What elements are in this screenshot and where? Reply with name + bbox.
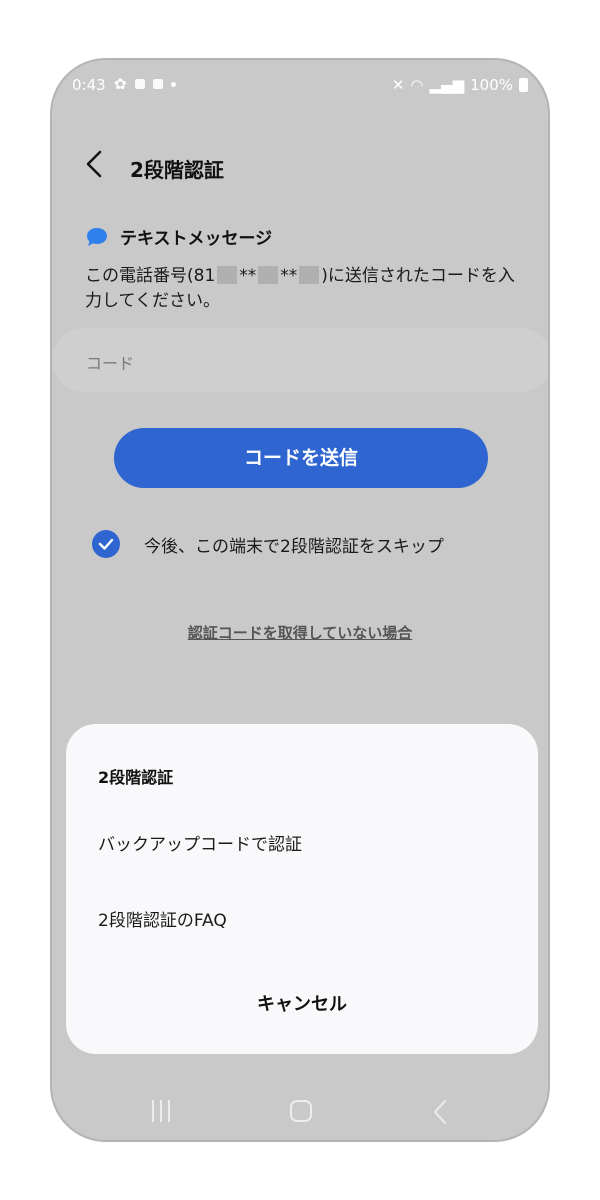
no-code-link[interactable]: 認証コードを取得していない場合 (52, 622, 548, 643)
status-right: ✕ ◠ ▂▄▆ 100% (392, 76, 528, 94)
method-row: テキストメッセージ (86, 224, 272, 249)
back-nav-icon[interactable] (432, 1098, 448, 1126)
faq-option[interactable]: 2段階認証のFAQ (98, 906, 227, 931)
header: 2段階認証 (52, 140, 548, 190)
masked-digits (217, 266, 238, 284)
checkmark-icon (98, 538, 114, 550)
battery-icon (519, 78, 528, 92)
page-title: 2段階認証 (130, 158, 224, 182)
wifi-icon: ◠ (410, 76, 424, 94)
gear-icon: ✿ (114, 75, 127, 93)
navigation-bar (52, 1084, 548, 1140)
more-notifications-icon (170, 81, 176, 87)
desc-part1: この電話番号(81 (85, 266, 216, 286)
battery-level: 100% (470, 76, 513, 94)
phone-screen: 0:43 ✿ ✕ ◠ ▂▄▆ 100% 2段階認証 テキストメッセージ この電話… (50, 58, 550, 1142)
masked-digits (258, 266, 279, 284)
notification-icons: ✿ (114, 75, 176, 93)
checkbox-checked-icon[interactable] (92, 530, 120, 558)
skip-label: 今後、この端末で2段階認証をスキップ (144, 536, 444, 557)
mute-icon: ✕ (391, 76, 405, 94)
chevron-left-icon (86, 150, 102, 178)
instruction-text: この電話番号(81 ** **)に送信されたコードを入力してください。 (85, 264, 525, 314)
sheet-title: 2段階認証 (98, 768, 174, 787)
method-label: テキストメッセージ (120, 229, 273, 249)
chat-bubble-icon (87, 227, 107, 246)
status-time: 0:43 (72, 76, 106, 94)
desc-part3: ** (280, 266, 298, 286)
send-code-button[interactable]: コードを送信 (114, 428, 488, 488)
code-input[interactable]: コード (52, 328, 548, 392)
cancel-button[interactable]: キャンセル (66, 990, 538, 1016)
home-icon[interactable] (290, 1100, 312, 1122)
backup-code-option[interactable]: バックアップコードで認証 (98, 830, 302, 855)
signal-icon: ▂▄▆ (429, 76, 465, 94)
notification-icon (134, 79, 145, 89)
masked-digits (299, 266, 320, 284)
desc-part2: ** (239, 266, 257, 286)
bottom-sheet: 2段階認証 バックアップコードで認証 2段階認証のFAQ キャンセル (66, 724, 538, 1054)
status-bar: 0:43 ✿ ✕ ◠ ▂▄▆ 100% (52, 60, 548, 108)
back-button[interactable] (80, 146, 110, 182)
chat-notification-icon (152, 79, 163, 89)
skip-option[interactable]: 今後、この端末で2段階認証をスキップ (92, 530, 444, 558)
recents-icon[interactable] (152, 1100, 170, 1122)
code-input-placeholder: コード (86, 354, 135, 373)
